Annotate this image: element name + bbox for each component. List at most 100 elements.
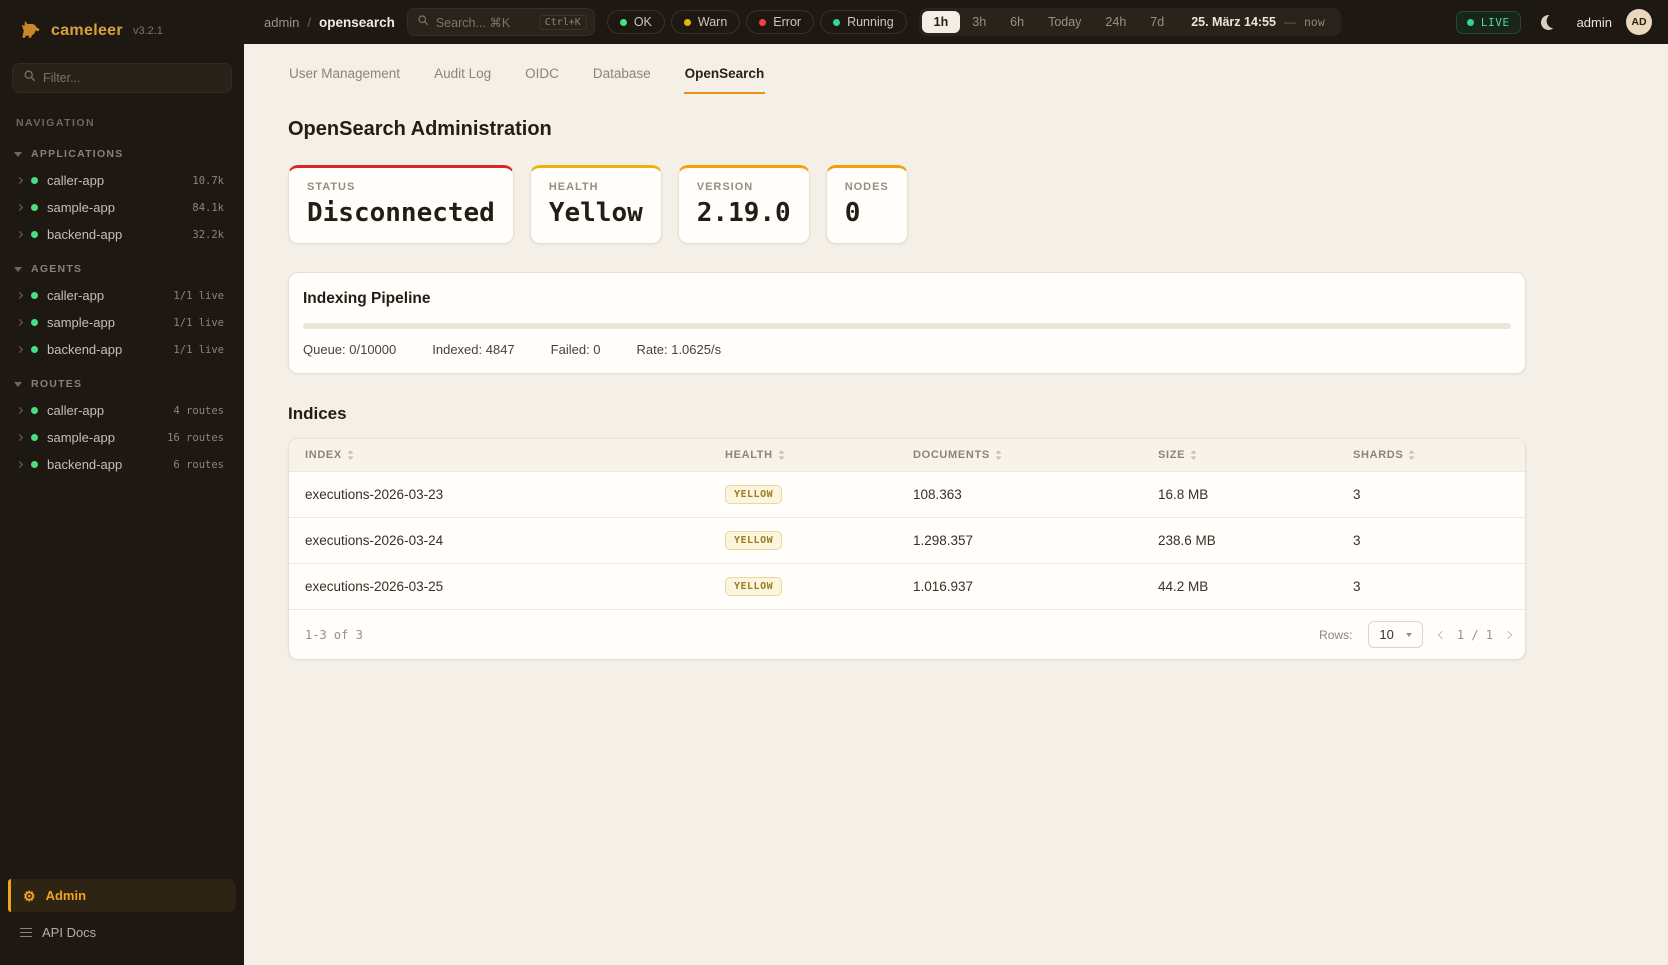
time-range-24h[interactable]: 24h — [1093, 11, 1138, 33]
datetime-range[interactable]: 25. März 14:55 — now — [1191, 15, 1325, 29]
tab-database[interactable]: Database — [592, 58, 652, 94]
table-row[interactable]: executions-2026-03-24 YELLOW 1.298.357 2… — [289, 517, 1525, 563]
rows-per-page-select[interactable]: 10 — [1368, 621, 1422, 648]
sidebar: cameleer v3.2.1 NAVIGATION APPLICATIONS … — [0, 0, 244, 965]
stat-card-nodes: NODES 0 — [826, 165, 908, 244]
theme-toggle-button[interactable] — [1535, 8, 1563, 36]
sort-icon — [347, 450, 354, 460]
datetime-end: now — [1304, 15, 1325, 29]
cell-shards: 3 — [1337, 520, 1525, 561]
user-name: admin — [1577, 15, 1612, 30]
sidebar-item-caller-app[interactable]: caller-app 4 routes — [0, 397, 244, 424]
chevron-right-icon — [16, 319, 23, 326]
section-header-routes[interactable]: ROUTES — [0, 375, 244, 397]
row-range-text: 1-3 of 3 — [305, 628, 363, 642]
status-dot — [31, 461, 38, 468]
chevron-right-icon — [16, 204, 23, 211]
table-header-row: INDEX HEALTH DOCUMENTS SIZE — [289, 439, 1525, 471]
cell-health: YELLOW — [709, 518, 897, 563]
time-range-6h[interactable]: 6h — [998, 11, 1036, 33]
search-placeholder: Search... ⌘K — [436, 15, 532, 30]
search-shortcut-badge: Ctrl+K — [539, 15, 587, 30]
section-label: APPLICATIONS — [31, 148, 124, 160]
sidebar-item-backend-app[interactable]: backend-app 32.2k — [0, 221, 244, 248]
nav-section-label: NAVIGATION — [0, 107, 244, 133]
sidebar-item-backend-app[interactable]: backend-app 6 routes — [0, 451, 244, 478]
chevron-right-icon — [16, 434, 23, 441]
status-filter-group: OK Warn Error Running — [607, 10, 907, 34]
section-header-agents[interactable]: AGENTS — [0, 260, 244, 282]
sidebar-item-label: API Docs — [42, 925, 96, 940]
caret-down-icon — [14, 382, 22, 387]
column-header-index[interactable]: INDEX — [289, 439, 709, 471]
column-header-health[interactable]: HEALTH — [709, 439, 897, 471]
cell-shards: 3 — [1337, 566, 1525, 607]
status-filter-ok[interactable]: OK — [607, 10, 665, 34]
sidebar-item-badge: 1/1 live — [173, 344, 224, 356]
sidebar-filter[interactable] — [12, 63, 232, 93]
next-page-button[interactable] — [1504, 630, 1512, 638]
table-row[interactable]: executions-2026-03-25 YELLOW 1.016.937 4… — [289, 563, 1525, 609]
status-filter-warn[interactable]: Warn — [671, 10, 740, 34]
sidebar-section-agents: AGENTS caller-app 1/1 live sample-app 1/… — [0, 260, 244, 363]
table-row[interactable]: executions-2026-03-23 YELLOW 108.363 16.… — [289, 471, 1525, 517]
time-range-today[interactable]: Today — [1036, 11, 1093, 33]
cell-documents: 1.298.357 — [897, 520, 1142, 561]
stat-cards: STATUS Disconnected HEALTH Yellow VERSIO… — [288, 165, 1526, 244]
avatar[interactable]: AD — [1626, 9, 1652, 35]
global-search[interactable]: Search... ⌘K Ctrl+K — [407, 8, 595, 36]
pipeline-failed: Failed: 0 — [551, 342, 601, 357]
breadcrumb: admin / opensearch — [264, 15, 395, 30]
stat-value: 2.19.0 — [697, 198, 791, 228]
sidebar-item-caller-app[interactable]: caller-app 10.7k — [0, 167, 244, 194]
page-content: User Management Audit Log OIDC Database … — [244, 44, 1668, 965]
cell-documents: 108.363 — [897, 474, 1142, 515]
sidebar-item-sample-app[interactable]: sample-app 1/1 live — [0, 309, 244, 336]
sidebar-item-backend-app[interactable]: backend-app 1/1 live — [0, 336, 244, 363]
stat-value: 0 — [845, 198, 889, 228]
topbar-right: LIVE admin AD — [1456, 8, 1652, 36]
previous-page-button[interactable] — [1438, 630, 1446, 638]
stat-card-status: STATUS Disconnected — [288, 165, 514, 244]
status-filter-label: Warn — [698, 15, 727, 29]
stat-label: HEALTH — [549, 181, 643, 193]
app-root: cameleer v3.2.1 NAVIGATION APPLICATIONS … — [0, 0, 1668, 965]
sidebar-item-badge: 32.2k — [192, 229, 224, 241]
live-toggle[interactable]: LIVE — [1456, 11, 1521, 34]
stat-value: Disconnected — [307, 198, 495, 228]
status-filter-running[interactable]: Running — [820, 10, 907, 34]
sidebar-item-sample-app[interactable]: sample-app 16 routes — [0, 424, 244, 451]
sidebar-item-label: backend-app — [47, 227, 183, 242]
tab-audit-log[interactable]: Audit Log — [433, 58, 492, 94]
breadcrumb-parent[interactable]: admin — [264, 15, 299, 30]
search-icon — [417, 13, 429, 31]
column-header-shards[interactable]: SHARDS — [1337, 439, 1525, 471]
tab-user-management[interactable]: User Management — [288, 58, 401, 94]
gear-icon: ⚙ — [23, 889, 36, 903]
table-body: executions-2026-03-23 YELLOW 108.363 16.… — [289, 471, 1525, 609]
table-footer: 1-3 of 3 Rows: 10 1 / 1 — [289, 609, 1525, 659]
app-logo[interactable]: cameleer v3.2.1 — [0, 0, 244, 59]
tab-oidc[interactable]: OIDC — [524, 58, 560, 94]
tab-opensearch[interactable]: OpenSearch — [684, 58, 766, 94]
sidebar-filter-input[interactable] — [43, 71, 221, 85]
breadcrumb-current: opensearch — [319, 15, 395, 30]
sidebar-item-caller-app[interactable]: caller-app 1/1 live — [0, 282, 244, 309]
sort-icon — [1190, 450, 1197, 460]
rows-per-page-label: Rows: — [1319, 628, 1352, 642]
cell-index: executions-2026-03-24 — [289, 520, 709, 561]
section-header-applications[interactable]: APPLICATIONS — [0, 145, 244, 167]
status-filter-error[interactable]: Error — [746, 10, 814, 34]
sidebar-item-label: caller-app — [47, 173, 183, 188]
sidebar-item-admin[interactable]: ⚙ Admin — [8, 879, 236, 912]
rows-per-page-value: 10 — [1379, 627, 1393, 642]
sidebar-item-api-docs[interactable]: API Docs — [8, 916, 236, 949]
column-header-size[interactable]: SIZE — [1142, 439, 1337, 471]
time-range-7d[interactable]: 7d — [1138, 11, 1176, 33]
live-label: LIVE — [1481, 16, 1510, 29]
pipeline-indexed: Indexed: 4847 — [432, 342, 514, 357]
time-range-3h[interactable]: 3h — [960, 11, 998, 33]
column-header-documents[interactable]: DOCUMENTS — [897, 439, 1142, 471]
sidebar-item-sample-app[interactable]: sample-app 84.1k — [0, 194, 244, 221]
time-range-1h[interactable]: 1h — [922, 11, 961, 33]
